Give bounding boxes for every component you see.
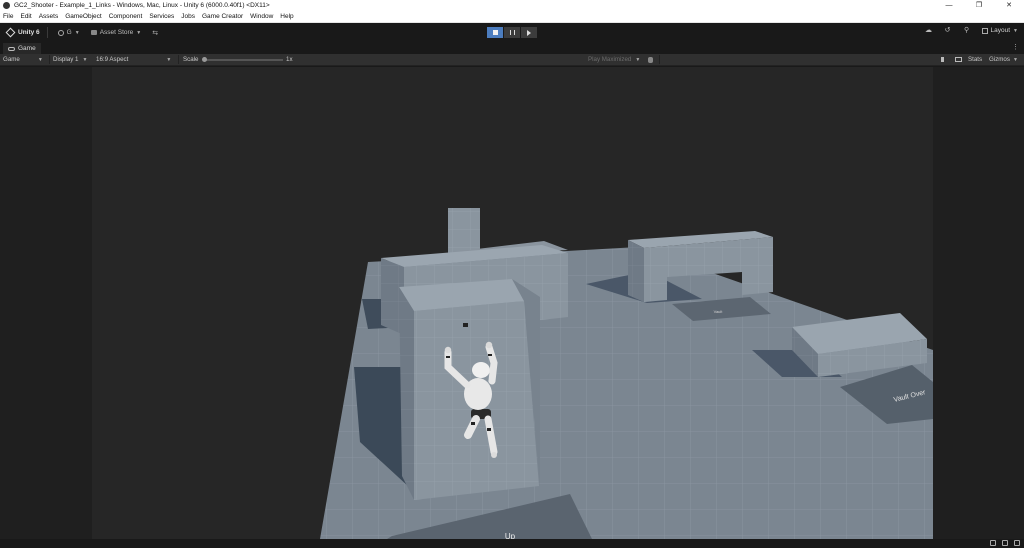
back-pillar	[448, 208, 480, 254]
scale-label: Scale	[183, 56, 199, 63]
scale-slider-track[interactable]	[203, 59, 283, 61]
play-button[interactable]	[487, 27, 503, 38]
game-mode-label: Game	[3, 56, 20, 63]
step-button[interactable]	[521, 27, 537, 38]
close-button[interactable]: ✕	[994, 0, 1024, 11]
maximize-button[interactable]: ❐	[964, 0, 994, 11]
history-icon[interactable]: ↺	[944, 27, 952, 34]
monitor-icon[interactable]	[955, 57, 962, 62]
bug-icon[interactable]	[648, 54, 653, 65]
chevron-down-icon: ▼	[635, 56, 641, 63]
floor-label-vault: Vault	[714, 309, 724, 314]
aspect-dropdown[interactable]: 16:9 Aspect ▼	[96, 54, 171, 65]
chevron-down-icon: ▼	[1013, 27, 1018, 34]
search-icon[interactable]: ⚲	[963, 27, 971, 34]
play-maximized-dropdown[interactable]: Play Maximized ▼	[588, 54, 640, 65]
cloud-icon[interactable]: ☁	[925, 27, 933, 34]
account-icon	[57, 29, 64, 36]
minimize-button[interactable]: —	[934, 0, 964, 11]
aspect-label: 16:9 Aspect	[96, 56, 129, 63]
layout-icon	[981, 27, 988, 34]
unity-app-icon	[3, 2, 10, 9]
game-mode-dropdown[interactable]: Game ▼	[3, 54, 47, 65]
shopping-bag-icon	[90, 30, 97, 35]
toolbar-divider	[46, 27, 48, 38]
layout-dropdown[interactable]: Layout ▼	[981, 27, 1018, 34]
console-icon[interactable]	[1002, 540, 1008, 546]
asset-store-dropdown[interactable]: Asset Store ▼	[87, 26, 146, 39]
menu-jobs[interactable]: Jobs	[181, 13, 195, 20]
status-bar	[0, 539, 1024, 548]
play-maximized-label: Play Maximized	[588, 56, 632, 63]
chevron-down-icon: ▼	[1012, 56, 1018, 63]
tab-game[interactable]: Game	[3, 43, 41, 54]
play-controls	[487, 27, 538, 38]
tab-options-icon[interactable]: ⋮	[1012, 43, 1019, 51]
toolbar-divider	[178, 55, 179, 64]
branch-icon: ⇆	[152, 29, 159, 37]
menu-assets[interactable]: Assets	[39, 13, 59, 20]
toolbar-divider	[49, 55, 50, 64]
unity-logo-icon	[5, 27, 16, 38]
version-control-button[interactable]: ⇆	[148, 26, 162, 39]
account-dropdown[interactable]: G ▼	[54, 26, 84, 39]
letterbox-left	[0, 67, 92, 539]
speaker-icon[interactable]	[941, 57, 947, 62]
menu-help[interactable]: Help	[280, 13, 293, 20]
pause-button[interactable]	[504, 27, 520, 38]
unity-version-label: Unity 6	[18, 29, 40, 36]
tab-strip: Game ⋮	[0, 42, 1024, 54]
arch-side	[628, 240, 644, 302]
scale-slider-handle[interactable]	[202, 57, 207, 62]
chevron-down-icon: ▼	[136, 29, 142, 36]
game-viewport[interactable]: Vault Vault Over Up	[0, 67, 1024, 539]
scene-render: Vault Vault Over Up	[320, 208, 933, 539]
menu-file[interactable]: File	[3, 13, 13, 20]
chevron-down-icon: ▼	[82, 56, 88, 63]
tab-game-label: Game	[18, 45, 36, 52]
window-controls: — ❐ ✕	[934, 0, 1024, 11]
game-view-toolbar: Game ▼ Display 1 ▼ 16:9 Aspect ▼ Scale 1…	[0, 54, 1024, 66]
notification-icon[interactable]	[1014, 540, 1020, 546]
chevron-down-icon: ▼	[166, 56, 172, 63]
gizmos-label: Gizmos	[989, 56, 1010, 63]
chevron-down-icon: ▼	[37, 56, 43, 63]
display-dropdown[interactable]: Display 1 ▼	[53, 54, 87, 65]
stop-icon	[492, 30, 498, 35]
chevron-down-icon: ▼	[74, 29, 80, 36]
display-label: Display 1	[53, 56, 79, 63]
menu-gameobject[interactable]: GameObject	[65, 13, 102, 20]
menu-services[interactable]: Services	[149, 13, 174, 20]
unity-version-button[interactable]: Unity 6	[3, 26, 44, 39]
floor-label-up: Up	[505, 532, 516, 539]
toolbar-divider	[659, 55, 660, 64]
wall-hole	[463, 323, 468, 327]
window-title-bar: GC2_Shooter - Example_1_Links - Windows,…	[0, 0, 1024, 11]
gizmos-dropdown[interactable]: Gizmos ▼	[989, 54, 1018, 65]
menu-game-creator[interactable]: Game Creator	[202, 13, 243, 20]
menu-edit[interactable]: Edit	[20, 13, 31, 20]
progress-icon[interactable]	[990, 540, 996, 546]
pause-icon	[509, 30, 515, 35]
scale-value: 1x	[286, 56, 293, 63]
stats-button[interactable]: Stats	[968, 54, 982, 65]
main-toolbar: Unity 6 G ▼ Asset Store ▼ ⇆ ☁ ↺ ⚲ Layout…	[0, 23, 1024, 42]
letterbox-right	[933, 67, 1024, 539]
menu-bar: File Edit Assets GameObject Component Se…	[0, 11, 1024, 23]
window-title: GC2_Shooter - Example_1_Links - Windows,…	[14, 2, 270, 9]
menu-component[interactable]: Component	[109, 13, 143, 20]
menu-window[interactable]: Window	[250, 13, 273, 20]
toolbar-right: ☁ ↺ ⚲ Layout ▼	[914, 27, 1018, 35]
asset-store-label: Asset Store	[99, 29, 134, 36]
game-render-area[interactable]: Vault Vault Over Up	[92, 67, 933, 539]
account-label: G	[66, 29, 72, 36]
step-icon	[527, 29, 531, 36]
gamepad-icon	[8, 46, 15, 51]
layout-label: Layout	[990, 27, 1011, 34]
